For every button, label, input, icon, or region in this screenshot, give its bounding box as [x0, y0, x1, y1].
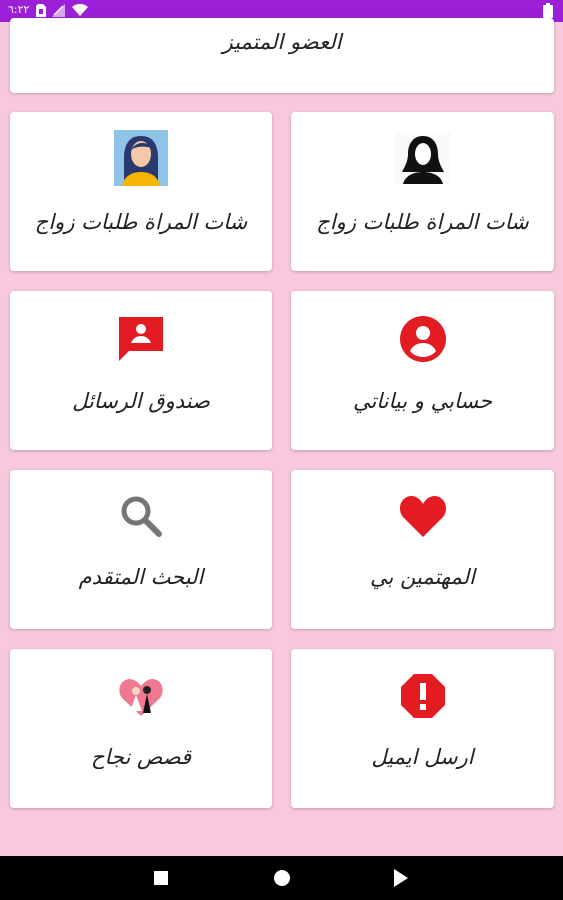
woman-silhouette-icon	[394, 132, 451, 184]
wifi-icon	[72, 4, 88, 16]
tile-label: شات المراة طلبات زواج	[316, 210, 529, 234]
tile-send-email[interactable]: ارسل ايميل	[291, 649, 554, 808]
recents-button[interactable]	[154, 871, 168, 885]
back-button[interactable]	[394, 869, 408, 887]
tile-label: المهتمين بي	[370, 565, 475, 589]
tile-women-chat-left[interactable]: شات المراة طلبات زواج	[10, 112, 272, 271]
sim-icon	[36, 4, 46, 17]
account-circle-icon	[399, 316, 446, 362]
tile-women-chat-right[interactable]: شات المراة طلبات زواج	[291, 112, 554, 271]
tile-success-stories[interactable]: قصص نجاح	[10, 649, 272, 808]
tile-label: ارسل ايميل	[371, 745, 474, 769]
search-icon	[121, 496, 162, 537]
featured-member-label: العضو المتميز	[222, 30, 342, 54]
signal-icon	[52, 4, 65, 17]
featured-member-card[interactable]: العضو المتميز	[10, 18, 554, 93]
status-icons	[36, 4, 88, 17]
home-button[interactable]	[273, 869, 291, 887]
heart-icon	[399, 496, 446, 537]
tile-label: البحث المتقدم	[78, 565, 204, 589]
battery-icon	[543, 3, 553, 18]
status-time: ٦:٢٢	[8, 3, 30, 16]
system-nav-bar	[0, 856, 563, 900]
tile-label: شات المراة طلبات زواج	[34, 210, 248, 234]
tile-label: حسابي و بياناتي	[352, 389, 493, 413]
tile-my-account[interactable]: حسابي و بياناتي	[291, 291, 554, 450]
tile-advanced-search[interactable]: البحث المتقدم	[10, 470, 272, 629]
woman-avatar-icon	[114, 130, 168, 186]
message-box-icon	[119, 317, 163, 361]
couple-heart-icon	[119, 679, 163, 716]
tile-inbox[interactable]: صندوق الرسائل	[10, 291, 272, 450]
tile-label: قصص نجاح	[90, 745, 191, 769]
alert-octagon-icon	[400, 674, 445, 718]
tile-interested-in-me[interactable]: المهتمين بي	[291, 470, 554, 629]
tile-label: صندوق الرسائل	[72, 389, 210, 413]
